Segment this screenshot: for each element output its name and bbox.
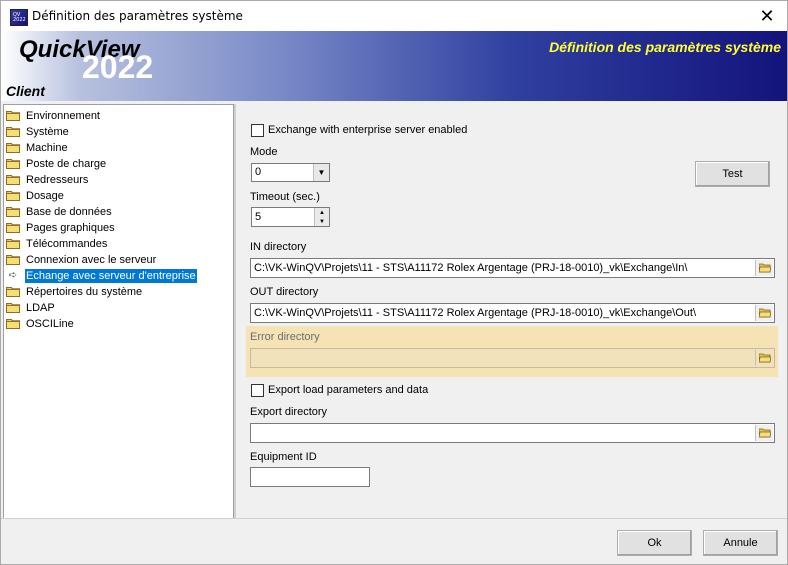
out-directory-field[interactable]: C:\VK-WinQV\Projets\11 - STS\A11172 Role… xyxy=(250,303,775,323)
folder-icon xyxy=(6,206,20,217)
folder-open-icon[interactable] xyxy=(755,305,773,321)
error-directory-field[interactable] xyxy=(250,348,775,368)
folder-icon xyxy=(6,318,20,329)
cancel-button[interactable]: Annule xyxy=(703,530,778,556)
tree-item[interactable]: Machine xyxy=(6,140,69,155)
timeout-value: 5 xyxy=(255,211,262,223)
folder-icon xyxy=(6,174,20,185)
tree-item[interactable]: Système xyxy=(6,124,70,139)
tree-item[interactable]: LDAP xyxy=(6,300,56,315)
ok-button[interactable]: Ok xyxy=(617,530,692,556)
out-directory-value: C:\VK-WinQV\Projets\11 - STS\A11172 Role… xyxy=(254,307,697,319)
folder-icon xyxy=(6,222,20,233)
folder-icon xyxy=(6,238,20,249)
folder-icon xyxy=(6,286,20,297)
folder-icon xyxy=(6,158,20,169)
tree-item-label: LDAP xyxy=(26,301,55,314)
export-label: Export load parameters and data xyxy=(268,384,429,396)
app-icon: QV 2022 xyxy=(10,9,28,26)
tree-item[interactable]: Connexion avec le serveur xyxy=(6,252,157,267)
close-icon[interactable]: ✕ xyxy=(753,4,781,28)
folder-icon xyxy=(6,126,20,137)
timeout-label: Timeout (sec.) xyxy=(250,191,320,203)
in-directory-label: IN directory xyxy=(250,241,307,253)
folder-open-icon[interactable] xyxy=(755,350,773,366)
dialog-window: QV 2022 Définition des paramètres systèm… xyxy=(0,0,788,565)
footer-bar: Ok Annule xyxy=(1,518,787,564)
title-bar: QV 2022 Définition des paramètres systèm… xyxy=(1,1,787,31)
arrow-right-icon: ➪ xyxy=(8,270,18,281)
export-checkbox[interactable] xyxy=(251,384,264,397)
export-directory-field[interactable] xyxy=(250,423,775,443)
tree-item-label: Echange avec serveur d'entreprise xyxy=(25,268,197,283)
mode-select[interactable]: 0 ▼ xyxy=(251,163,330,182)
folder-icon xyxy=(6,302,20,313)
folder-open-icon[interactable] xyxy=(755,260,773,276)
banner-subtitle: Client xyxy=(6,83,45,99)
timeout-spinner[interactable]: 5 ▲ ▼ xyxy=(251,207,330,227)
equipment-id-label: Equipment ID xyxy=(250,451,317,463)
in-directory-field[interactable]: C:\VK-WinQV\Projets\11 - STS\A11172 Role… xyxy=(250,258,775,278)
tree-item-label: Pages graphiques xyxy=(26,221,115,234)
tree-item[interactable]: Répertoires du système xyxy=(6,284,143,299)
tree-item-label: OSCILine xyxy=(26,317,74,330)
tree-item-label: Machine xyxy=(26,141,68,154)
equipment-id-field[interactable] xyxy=(250,467,370,487)
tree-item[interactable]: Environnement xyxy=(6,108,101,123)
tree-item-label: Répertoires du système xyxy=(26,285,143,298)
tree-item-label: Environnement xyxy=(26,109,100,122)
header-banner: QuickView 2022 Client Définition des par… xyxy=(1,31,787,101)
tree-item[interactable]: Redresseurs xyxy=(6,172,89,187)
folder-icon xyxy=(6,190,20,201)
tree-item-label: Télécommandes xyxy=(26,237,108,250)
tree-item[interactable]: OSCILine xyxy=(6,316,75,331)
tree-item-label: Système xyxy=(26,125,69,138)
folder-icon xyxy=(6,110,20,121)
tree-item[interactable]: ➪ Echange avec serveur d'entreprise xyxy=(6,268,197,283)
tree-item-label: Redresseurs xyxy=(26,173,89,186)
chevron-down-icon[interactable]: ▼ xyxy=(313,164,329,181)
tree-item-label: Dosage xyxy=(26,189,64,202)
tree-item[interactable]: Télécommandes xyxy=(6,236,108,251)
out-directory-label: OUT directory xyxy=(250,286,319,298)
tree-item-label: Base de données xyxy=(26,205,112,218)
app-icon-text: QV 2022 xyxy=(13,12,26,23)
settings-tree: Environnement Système Machine Poste de char… xyxy=(3,104,234,519)
tree-item[interactable]: Base de données xyxy=(6,204,113,219)
spin-down-icon[interactable]: ▼ xyxy=(314,217,329,226)
tree-item[interactable]: Pages graphiques xyxy=(6,220,116,235)
folder-icon xyxy=(6,142,20,153)
window-title: Définition des paramètres système xyxy=(32,9,243,23)
exchange-enabled-label: Exchange with enterprise server enabled xyxy=(268,124,468,136)
mode-label: Mode xyxy=(250,146,278,158)
exchange-enabled-checkbox[interactable] xyxy=(251,124,264,137)
in-directory-value: C:\VK-WinQV\Projets\11 - STS\A11172 Role… xyxy=(254,262,688,274)
error-directory-label: Error directory xyxy=(250,331,320,343)
tree-item-label: Poste de charge xyxy=(26,157,107,170)
banner-title: Définition des paramètres système xyxy=(549,39,781,55)
tree-item[interactable]: Poste de charge xyxy=(6,156,107,171)
test-button[interactable]: Test xyxy=(695,161,770,187)
export-directory-label: Export directory xyxy=(250,406,328,418)
settings-panel: Exchange with enterprise server enabled … xyxy=(236,104,787,518)
tree-item-label: Connexion avec le serveur xyxy=(26,253,157,266)
folder-open-icon[interactable] xyxy=(755,425,773,441)
mode-value: 0 xyxy=(255,166,262,178)
tree-item[interactable]: Dosage xyxy=(6,188,65,203)
logo-year: 2022 xyxy=(82,49,154,85)
folder-icon xyxy=(6,254,20,265)
